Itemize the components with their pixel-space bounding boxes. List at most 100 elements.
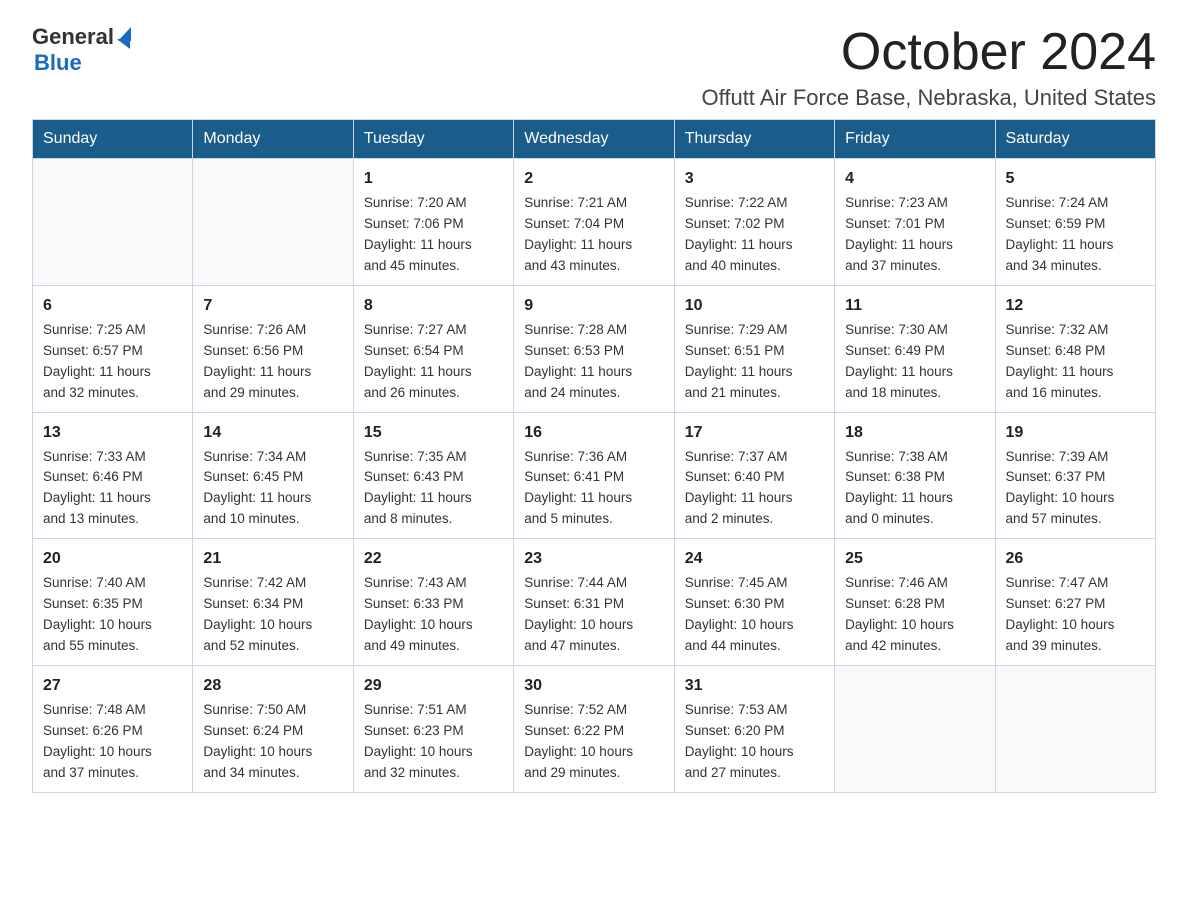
day-number: 17 bbox=[685, 421, 824, 445]
day-info: Sunrise: 7:34 AM Sunset: 6:45 PM Dayligh… bbox=[203, 447, 342, 531]
calendar-week-row: 6Sunrise: 7:25 AM Sunset: 6:57 PM Daylig… bbox=[33, 285, 1156, 412]
day-number: 1 bbox=[364, 167, 503, 191]
day-info: Sunrise: 7:37 AM Sunset: 6:40 PM Dayligh… bbox=[685, 447, 824, 531]
calendar-cell: 15Sunrise: 7:35 AM Sunset: 6:43 PM Dayli… bbox=[353, 412, 513, 539]
day-info: Sunrise: 7:53 AM Sunset: 6:20 PM Dayligh… bbox=[685, 700, 824, 784]
logo-blue-text: Blue bbox=[34, 50, 131, 76]
calendar-cell: 4Sunrise: 7:23 AM Sunset: 7:01 PM Daylig… bbox=[835, 159, 995, 286]
day-info: Sunrise: 7:36 AM Sunset: 6:41 PM Dayligh… bbox=[524, 447, 663, 531]
calendar-cell: 8Sunrise: 7:27 AM Sunset: 6:54 PM Daylig… bbox=[353, 285, 513, 412]
calendar-cell: 31Sunrise: 7:53 AM Sunset: 6:20 PM Dayli… bbox=[674, 665, 834, 792]
day-info: Sunrise: 7:51 AM Sunset: 6:23 PM Dayligh… bbox=[364, 700, 503, 784]
day-info: Sunrise: 7:32 AM Sunset: 6:48 PM Dayligh… bbox=[1006, 320, 1145, 404]
day-number: 3 bbox=[685, 167, 824, 191]
day-info: Sunrise: 7:52 AM Sunset: 6:22 PM Dayligh… bbox=[524, 700, 663, 784]
calendar-header-tuesday: Tuesday bbox=[353, 120, 513, 159]
day-info: Sunrise: 7:25 AM Sunset: 6:57 PM Dayligh… bbox=[43, 320, 182, 404]
calendar-cell: 9Sunrise: 7:28 AM Sunset: 6:53 PM Daylig… bbox=[514, 285, 674, 412]
calendar-cell: 12Sunrise: 7:32 AM Sunset: 6:48 PM Dayli… bbox=[995, 285, 1155, 412]
day-number: 19 bbox=[1006, 421, 1145, 445]
day-info: Sunrise: 7:20 AM Sunset: 7:06 PM Dayligh… bbox=[364, 193, 503, 277]
day-number: 23 bbox=[524, 547, 663, 571]
day-number: 13 bbox=[43, 421, 182, 445]
day-number: 30 bbox=[524, 674, 663, 698]
calendar-cell: 2Sunrise: 7:21 AM Sunset: 7:04 PM Daylig… bbox=[514, 159, 674, 286]
day-number: 11 bbox=[845, 294, 984, 318]
title-block: October 2024 Offutt Air Force Base, Nebr… bbox=[702, 24, 1156, 111]
calendar-cell: 11Sunrise: 7:30 AM Sunset: 6:49 PM Dayli… bbox=[835, 285, 995, 412]
day-info: Sunrise: 7:21 AM Sunset: 7:04 PM Dayligh… bbox=[524, 193, 663, 277]
calendar-cell: 28Sunrise: 7:50 AM Sunset: 6:24 PM Dayli… bbox=[193, 665, 353, 792]
location-title: Offutt Air Force Base, Nebraska, United … bbox=[702, 85, 1156, 111]
day-info: Sunrise: 7:45 AM Sunset: 6:30 PM Dayligh… bbox=[685, 573, 824, 657]
calendar-cell: 14Sunrise: 7:34 AM Sunset: 6:45 PM Dayli… bbox=[193, 412, 353, 539]
day-info: Sunrise: 7:29 AM Sunset: 6:51 PM Dayligh… bbox=[685, 320, 824, 404]
day-number: 4 bbox=[845, 167, 984, 191]
day-info: Sunrise: 7:23 AM Sunset: 7:01 PM Dayligh… bbox=[845, 193, 984, 277]
calendar-header-saturday: Saturday bbox=[995, 120, 1155, 159]
day-number: 28 bbox=[203, 674, 342, 698]
day-number: 26 bbox=[1006, 547, 1145, 571]
calendar-cell bbox=[835, 665, 995, 792]
calendar-cell: 13Sunrise: 7:33 AM Sunset: 6:46 PM Dayli… bbox=[33, 412, 193, 539]
calendar-cell: 21Sunrise: 7:42 AM Sunset: 6:34 PM Dayli… bbox=[193, 539, 353, 666]
day-number: 15 bbox=[364, 421, 503, 445]
calendar-cell: 26Sunrise: 7:47 AM Sunset: 6:27 PM Dayli… bbox=[995, 539, 1155, 666]
day-info: Sunrise: 7:50 AM Sunset: 6:24 PM Dayligh… bbox=[203, 700, 342, 784]
calendar-week-row: 27Sunrise: 7:48 AM Sunset: 6:26 PM Dayli… bbox=[33, 665, 1156, 792]
day-info: Sunrise: 7:39 AM Sunset: 6:37 PM Dayligh… bbox=[1006, 447, 1145, 531]
day-info: Sunrise: 7:43 AM Sunset: 6:33 PM Dayligh… bbox=[364, 573, 503, 657]
calendar-cell: 25Sunrise: 7:46 AM Sunset: 6:28 PM Dayli… bbox=[835, 539, 995, 666]
calendar-cell: 29Sunrise: 7:51 AM Sunset: 6:23 PM Dayli… bbox=[353, 665, 513, 792]
day-info: Sunrise: 7:46 AM Sunset: 6:28 PM Dayligh… bbox=[845, 573, 984, 657]
day-info: Sunrise: 7:24 AM Sunset: 6:59 PM Dayligh… bbox=[1006, 193, 1145, 277]
day-info: Sunrise: 7:27 AM Sunset: 6:54 PM Dayligh… bbox=[364, 320, 503, 404]
day-number: 12 bbox=[1006, 294, 1145, 318]
day-number: 29 bbox=[364, 674, 503, 698]
logo-general-text: General bbox=[32, 24, 114, 50]
day-number: 31 bbox=[685, 674, 824, 698]
calendar-cell: 24Sunrise: 7:45 AM Sunset: 6:30 PM Dayli… bbox=[674, 539, 834, 666]
day-info: Sunrise: 7:30 AM Sunset: 6:49 PM Dayligh… bbox=[845, 320, 984, 404]
calendar-cell bbox=[33, 159, 193, 286]
calendar-week-row: 1Sunrise: 7:20 AM Sunset: 7:06 PM Daylig… bbox=[33, 159, 1156, 286]
day-info: Sunrise: 7:33 AM Sunset: 6:46 PM Dayligh… bbox=[43, 447, 182, 531]
calendar-cell: 30Sunrise: 7:52 AM Sunset: 6:22 PM Dayli… bbox=[514, 665, 674, 792]
day-number: 18 bbox=[845, 421, 984, 445]
calendar-table: SundayMondayTuesdayWednesdayThursdayFrid… bbox=[32, 119, 1156, 792]
calendar-cell: 1Sunrise: 7:20 AM Sunset: 7:06 PM Daylig… bbox=[353, 159, 513, 286]
day-number: 2 bbox=[524, 167, 663, 191]
calendar-cell: 3Sunrise: 7:22 AM Sunset: 7:02 PM Daylig… bbox=[674, 159, 834, 286]
calendar-cell: 20Sunrise: 7:40 AM Sunset: 6:35 PM Dayli… bbox=[33, 539, 193, 666]
page-header: General Blue October 2024 Offutt Air For… bbox=[32, 24, 1156, 111]
day-number: 6 bbox=[43, 294, 182, 318]
day-number: 9 bbox=[524, 294, 663, 318]
day-number: 27 bbox=[43, 674, 182, 698]
day-number: 14 bbox=[203, 421, 342, 445]
calendar-cell: 6Sunrise: 7:25 AM Sunset: 6:57 PM Daylig… bbox=[33, 285, 193, 412]
calendar-cell: 22Sunrise: 7:43 AM Sunset: 6:33 PM Dayli… bbox=[353, 539, 513, 666]
calendar-header-monday: Monday bbox=[193, 120, 353, 159]
day-number: 24 bbox=[685, 547, 824, 571]
day-info: Sunrise: 7:26 AM Sunset: 6:56 PM Dayligh… bbox=[203, 320, 342, 404]
calendar-cell: 10Sunrise: 7:29 AM Sunset: 6:51 PM Dayli… bbox=[674, 285, 834, 412]
day-info: Sunrise: 7:47 AM Sunset: 6:27 PM Dayligh… bbox=[1006, 573, 1145, 657]
day-number: 20 bbox=[43, 547, 182, 571]
day-info: Sunrise: 7:38 AM Sunset: 6:38 PM Dayligh… bbox=[845, 447, 984, 531]
day-number: 7 bbox=[203, 294, 342, 318]
calendar-week-row: 13Sunrise: 7:33 AM Sunset: 6:46 PM Dayli… bbox=[33, 412, 1156, 539]
day-info: Sunrise: 7:22 AM Sunset: 7:02 PM Dayligh… bbox=[685, 193, 824, 277]
calendar-cell: 27Sunrise: 7:48 AM Sunset: 6:26 PM Dayli… bbox=[33, 665, 193, 792]
day-info: Sunrise: 7:42 AM Sunset: 6:34 PM Dayligh… bbox=[203, 573, 342, 657]
calendar-cell: 16Sunrise: 7:36 AM Sunset: 6:41 PM Dayli… bbox=[514, 412, 674, 539]
calendar-header-wednesday: Wednesday bbox=[514, 120, 674, 159]
calendar-header-thursday: Thursday bbox=[674, 120, 834, 159]
day-number: 8 bbox=[364, 294, 503, 318]
calendar-header-sunday: Sunday bbox=[33, 120, 193, 159]
day-info: Sunrise: 7:48 AM Sunset: 6:26 PM Dayligh… bbox=[43, 700, 182, 784]
day-info: Sunrise: 7:35 AM Sunset: 6:43 PM Dayligh… bbox=[364, 447, 503, 531]
calendar-cell bbox=[193, 159, 353, 286]
logo: General Blue bbox=[32, 24, 131, 76]
day-number: 5 bbox=[1006, 167, 1145, 191]
calendar-cell: 7Sunrise: 7:26 AM Sunset: 6:56 PM Daylig… bbox=[193, 285, 353, 412]
